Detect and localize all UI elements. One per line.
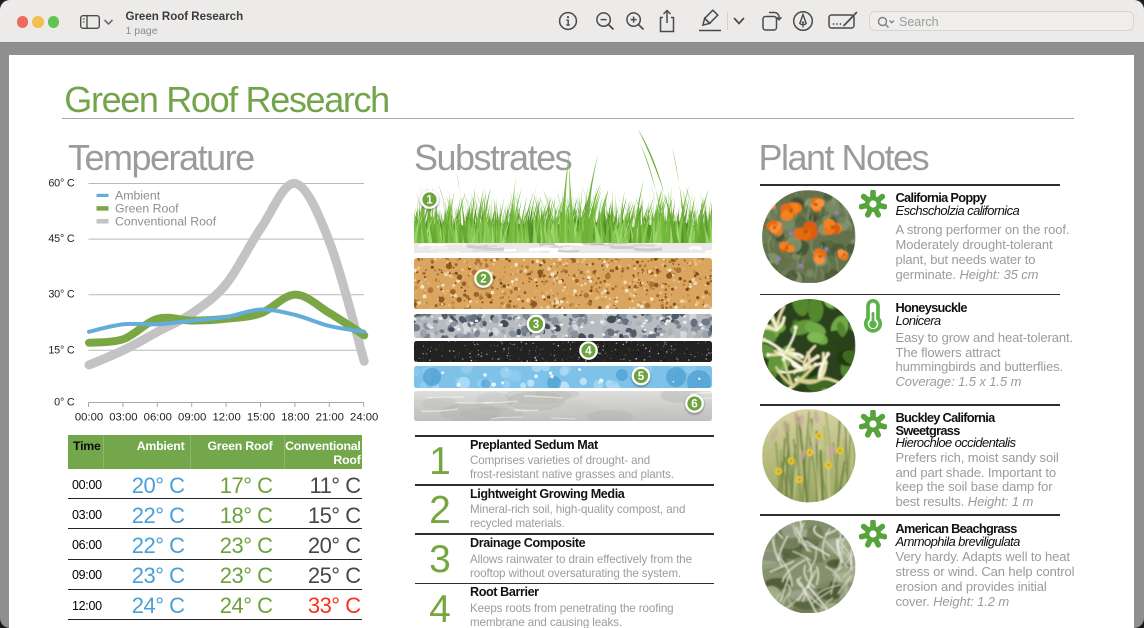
svg-text:30° C: 30° C <box>48 289 75 301</box>
svg-text:Conventional Roof: Conventional Roof <box>115 214 217 228</box>
svg-text:2: 2 <box>480 274 486 286</box>
svg-text:06:00: 06:00 <box>144 412 172 424</box>
svg-text:15:00: 15:00 <box>247 412 275 424</box>
svg-text:15° C: 15° C <box>48 344 75 356</box>
svg-text:1: 1 <box>426 195 433 207</box>
svg-text:24:00: 24:00 <box>350 412 378 424</box>
svg-text:3: 3 <box>533 319 539 331</box>
svg-text:18:00: 18:00 <box>281 412 309 424</box>
svg-text:6: 6 <box>691 399 697 411</box>
svg-text:21:00: 21:00 <box>316 412 344 424</box>
svg-text:Green Roof: Green Roof <box>115 201 179 215</box>
svg-text:00:00: 00:00 <box>75 412 103 424</box>
svg-text:Ambient: Ambient <box>115 188 161 202</box>
svg-text:4: 4 <box>585 346 592 358</box>
svg-text:03:00: 03:00 <box>109 412 137 424</box>
svg-text:60° C: 60° C <box>48 178 75 190</box>
svg-text:45° C: 45° C <box>48 233 75 245</box>
svg-text:5: 5 <box>638 371 645 383</box>
svg-text:0° C: 0° C <box>54 397 75 409</box>
svg-text:12:00: 12:00 <box>212 412 240 424</box>
svg-text:09:00: 09:00 <box>178 412 206 424</box>
